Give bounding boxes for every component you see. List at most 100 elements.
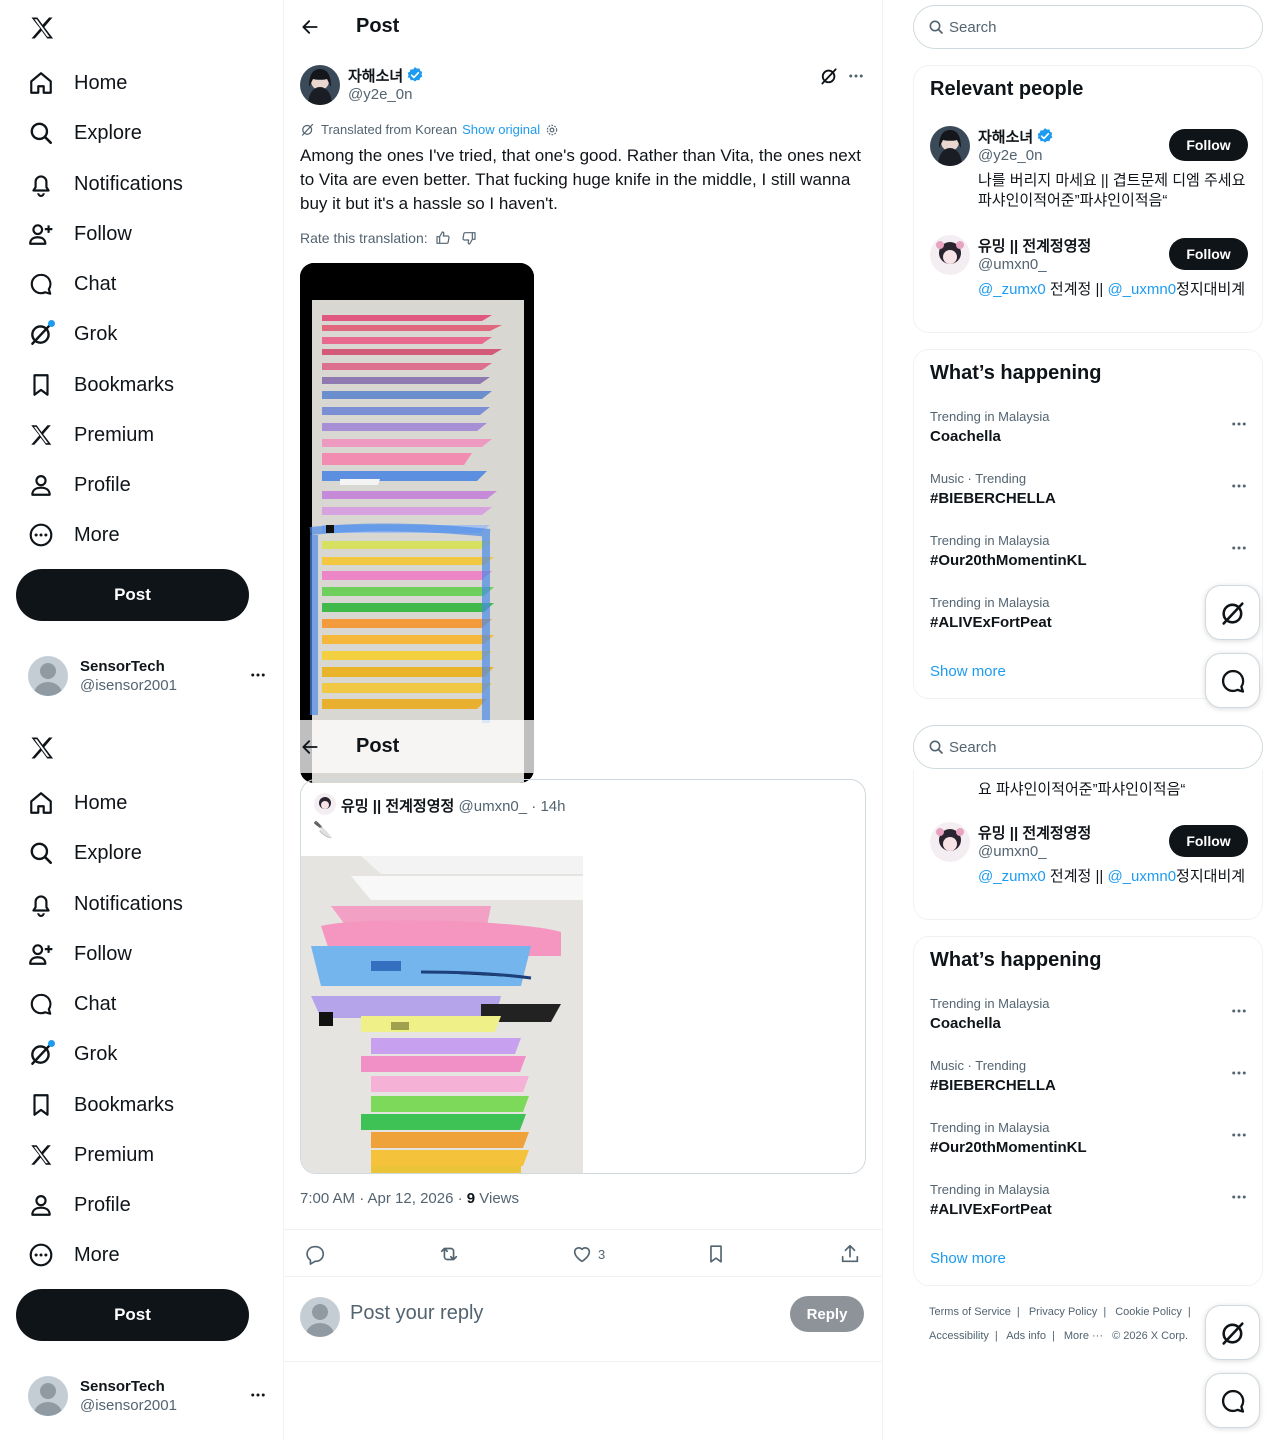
footer-link-privacy[interactable]: Privacy Policy [1029,1306,1097,1318]
nav-item-follow[interactable]: Follow [16,209,266,259]
person-card[interactable]: 유밍 || 전계정영정 @umxn0_ @_zumx0 전계정 || @_uxm… [930,822,1248,912]
nav-item-explore[interactable]: Explore [16,828,266,878]
trend-name: #BIEBERCHELLA [930,490,1056,507]
thumbs-down-icon[interactable] [461,230,477,246]
thumbs-up-icon[interactable] [435,230,451,246]
bio-mention-link[interactable]: @_uxmn0 [1107,868,1176,885]
author-avatar[interactable] [300,65,340,105]
more-dots-icon[interactable] [1230,477,1248,495]
more-dots-icon[interactable] [1230,1002,1248,1020]
nav-item-premium[interactable]: Premium [16,410,266,460]
nav-item-premium[interactable]: Premium [16,1130,266,1180]
trend-item[interactable]: Trending in Malaysia Coachella [930,996,1248,1032]
share-action[interactable] [839,1243,861,1265]
post-button[interactable]: Post [16,569,249,621]
more-dots-icon[interactable] [847,66,865,86]
nav-item-notifications[interactable]: Notifications [16,879,266,929]
more-dots-icon[interactable] [1230,415,1248,433]
quote-time: · 14h [531,798,566,815]
trend-item[interactable]: Trending in Malaysia #ALIVExFortPeat [930,1182,1248,1218]
like-action[interactable]: 3 [571,1243,605,1265]
nav-label: Grok [74,322,118,345]
more-dots-icon[interactable] [1230,539,1248,557]
share-icon [839,1243,861,1265]
back-arrow-icon[interactable] [300,737,320,757]
author-name-row[interactable]: 자해소녀 [348,65,424,86]
nav-item-more[interactable]: More [16,1230,266,1280]
show-more-link[interactable]: Show more [930,1250,1006,1267]
trend-item[interactable]: Trending in Malaysia #Our20thMomentinKL [930,1120,1248,1156]
person-card[interactable]: 자해소녀 @y2e_0n 나를 버리지 마세요 || 겹트문제 디엠 주세요 파… [930,126,1248,216]
reply-button[interactable]: Reply [790,1296,864,1332]
nav-item-notifications[interactable]: Notifications [16,159,266,209]
account-switcher[interactable]: SensorTech @isensor2001 [16,1368,271,1424]
quoted-post[interactable]: 유밍 || 전계정영정 @umxn0_ · 14h 🔪 [300,779,866,1174]
footer-link-accessibility[interactable]: Accessibility [929,1330,989,1342]
show-more-link[interactable]: Show more [930,663,1006,680]
nav-item-grok[interactable]: Grok [16,309,266,359]
nav-item-bookmarks[interactable]: Bookmarks [16,1080,266,1130]
tweet-media-image[interactable] [300,263,534,783]
account-handle: @isensor2001 [80,1397,177,1414]
account-name: SensorTech [80,1378,165,1395]
bio-text: 전계정 || [1045,868,1108,885]
bio-mention-link[interactable]: @_zumx0 [978,281,1046,298]
bio-mention-link[interactable]: @_uxmn0 [1107,281,1176,298]
post-button[interactable]: Post [16,1289,249,1341]
nav-item-profile[interactable]: Profile [16,1180,266,1230]
nav-item-explore[interactable]: Explore [16,108,266,158]
left-sidebar: Home Explore Notifications Follow Chat G… [0,0,283,720]
back-arrow-icon[interactable] [300,17,320,37]
person-card[interactable]: 유밍 || 전계정영정 @umxn0_ @_zumx0 전계정 || @_uxm… [930,235,1248,325]
trend-item[interactable]: Music · Trending #BIEBERCHELLA [930,1058,1248,1094]
grok-float-button[interactable] [1205,1305,1260,1360]
account-switcher[interactable]: SensorTech @isensor2001 [16,648,271,704]
follow-button[interactable]: Follow [1169,238,1248,270]
chat-float-button[interactable] [1205,1373,1260,1428]
search-input[interactable]: Search [913,5,1263,49]
trend-item[interactable]: Trending in Malaysia #ALIVExFortPeat [930,595,1248,631]
grok-icon[interactable] [819,66,839,86]
search-input[interactable]: Search [913,725,1263,769]
x-logo-icon[interactable] [28,14,56,42]
author-handle[interactable]: @y2e_0n [348,86,412,103]
footer-link-more[interactable]: More ··· [1064,1330,1103,1342]
more-dots-icon[interactable] [1230,1188,1248,1206]
follow-button[interactable]: Follow [1169,825,1248,857]
more-dots-icon[interactable] [1230,1064,1248,1082]
repost-action[interactable] [438,1243,460,1265]
footer-separator: | [994,1330,998,1342]
nav-item-profile[interactable]: Profile [16,460,266,510]
trend-item[interactable]: Music · Trending #BIEBERCHELLA [930,471,1248,507]
nav-item-home[interactable]: Home [16,778,266,828]
nav-item-bookmarks[interactable]: Bookmarks [16,360,266,410]
nav-item-more[interactable]: More [16,510,266,560]
settings-gear-icon[interactable] [545,123,559,137]
nav-item-grok[interactable]: Grok [16,1029,266,1079]
follow-button[interactable]: Follow [1169,129,1248,161]
reply-input[interactable]: Post your reply [350,1302,483,1325]
footer-link-ads-info[interactable]: Ads info [1006,1330,1046,1342]
nav-item-chat[interactable]: Chat [16,259,266,309]
person-add-icon [28,221,54,247]
reply-action[interactable] [304,1243,326,1265]
avatar [28,656,68,696]
post-timestamp[interactable]: 7:00 AM · Apr 12, 2026 · [300,1190,467,1207]
footer-link-cookie[interactable]: Cookie Policy [1115,1306,1182,1318]
chat-float-button[interactable] [1205,653,1260,708]
quote-media-image[interactable] [301,856,583,1174]
nav-item-home[interactable]: Home [16,58,266,108]
more-dots-icon[interactable] [1230,1126,1248,1144]
bookmark-action[interactable] [705,1243,727,1265]
x-logo-icon[interactable] [28,734,56,762]
nav-item-follow[interactable]: Follow [16,929,266,979]
nav-label: Chat [74,272,117,295]
nav-item-chat[interactable]: Chat [16,979,266,1029]
bio-mention-link[interactable]: @_zumx0 [978,868,1046,885]
trend-item[interactable]: Trending in Malaysia Coachella [930,409,1248,445]
show-original-link[interactable]: Show original [462,122,540,137]
trend-item[interactable]: Trending in Malaysia #Our20thMomentinKL [930,533,1248,569]
grok-float-button[interactable] [1205,585,1260,640]
footer-link-terms[interactable]: Terms of Service [929,1306,1011,1318]
more-circle-icon [28,1242,54,1268]
